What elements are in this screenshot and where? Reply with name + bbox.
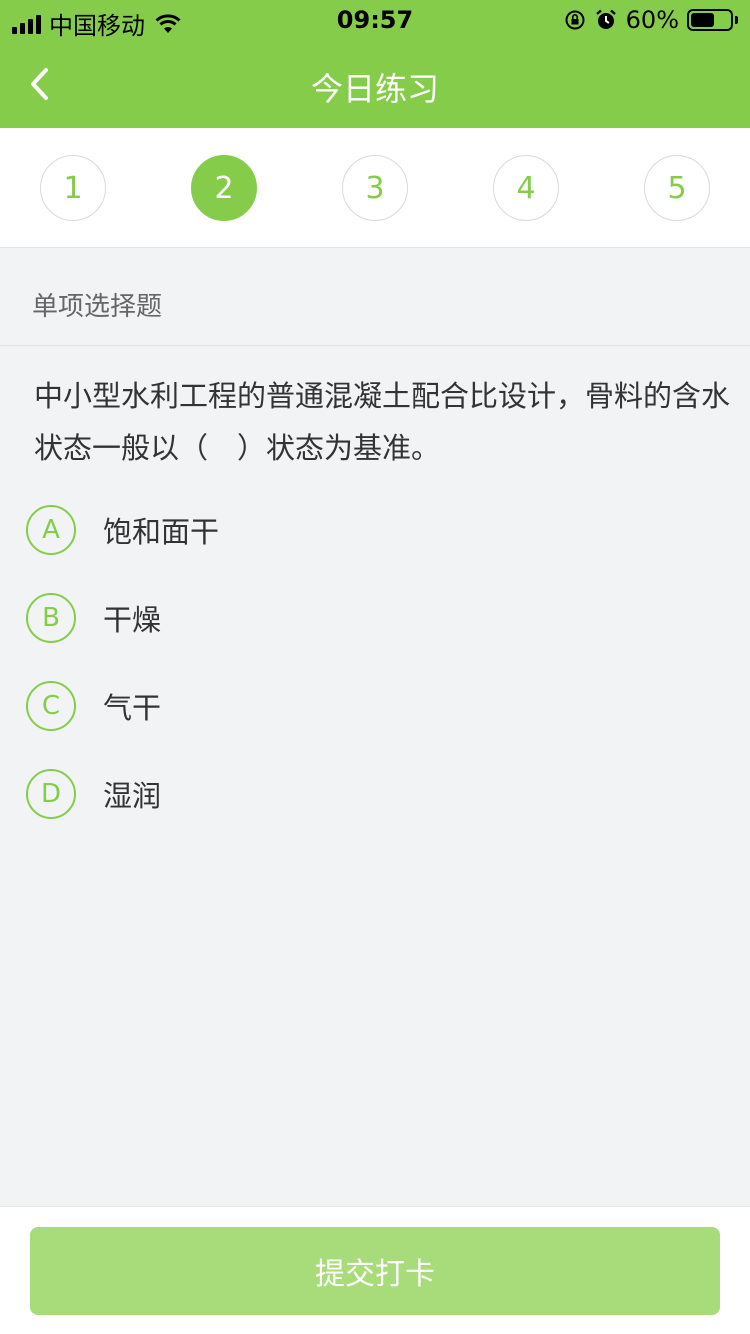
question-number-1[interactable]: 1 bbox=[40, 155, 106, 221]
battery-percent: 60% bbox=[625, 6, 679, 34]
option-a[interactable]: A 饱和面干 bbox=[26, 500, 726, 560]
option-text: 干燥 bbox=[103, 603, 162, 637]
option-letter: C bbox=[26, 681, 76, 731]
bottom-bar: 提交打卡 bbox=[0, 1206, 750, 1334]
question-text: 中小型水利工程的普通混凝土配合比设计，骨料的含水状态一般以（ ）状态为基准。 bbox=[34, 379, 731, 465]
header: 中国移动 09:57 60% 今日练习 bbox=[0, 0, 750, 128]
question-number-4[interactable]: 4 bbox=[493, 155, 559, 221]
question-number-3[interactable]: 3 bbox=[342, 155, 408, 221]
back-button[interactable] bbox=[22, 60, 62, 108]
question-type-label: 单项选择题 bbox=[0, 248, 750, 346]
question-number-2[interactable]: 2 bbox=[191, 155, 257, 221]
option-b[interactable]: B 干燥 bbox=[26, 588, 726, 648]
option-letter: D bbox=[26, 769, 76, 819]
question-number-5[interactable]: 5 bbox=[644, 155, 710, 221]
option-d[interactable]: D 湿润 bbox=[26, 764, 726, 824]
option-c[interactable]: C 气干 bbox=[26, 676, 726, 736]
battery-icon bbox=[687, 9, 733, 31]
option-text: 湿润 bbox=[103, 779, 162, 813]
submit-checkin-button[interactable]: 提交打卡 bbox=[30, 1227, 720, 1315]
question-number-row: 1 2 3 4 5 bbox=[0, 128, 750, 248]
option-text: 气干 bbox=[103, 691, 162, 725]
option-letter: A bbox=[26, 505, 76, 555]
option-letter: B bbox=[26, 593, 76, 643]
rotation-lock-icon bbox=[565, 10, 585, 30]
battery-tip bbox=[735, 16, 738, 24]
alarm-icon bbox=[595, 9, 616, 29]
status-bar: 中国移动 09:57 60% bbox=[0, 0, 750, 40]
chevron-left-icon bbox=[31, 68, 48, 100]
page-title: 今日练习 bbox=[310, 70, 439, 108]
nav-bar: 今日练习 bbox=[0, 48, 750, 120]
option-text: 饱和面干 bbox=[103, 515, 220, 549]
